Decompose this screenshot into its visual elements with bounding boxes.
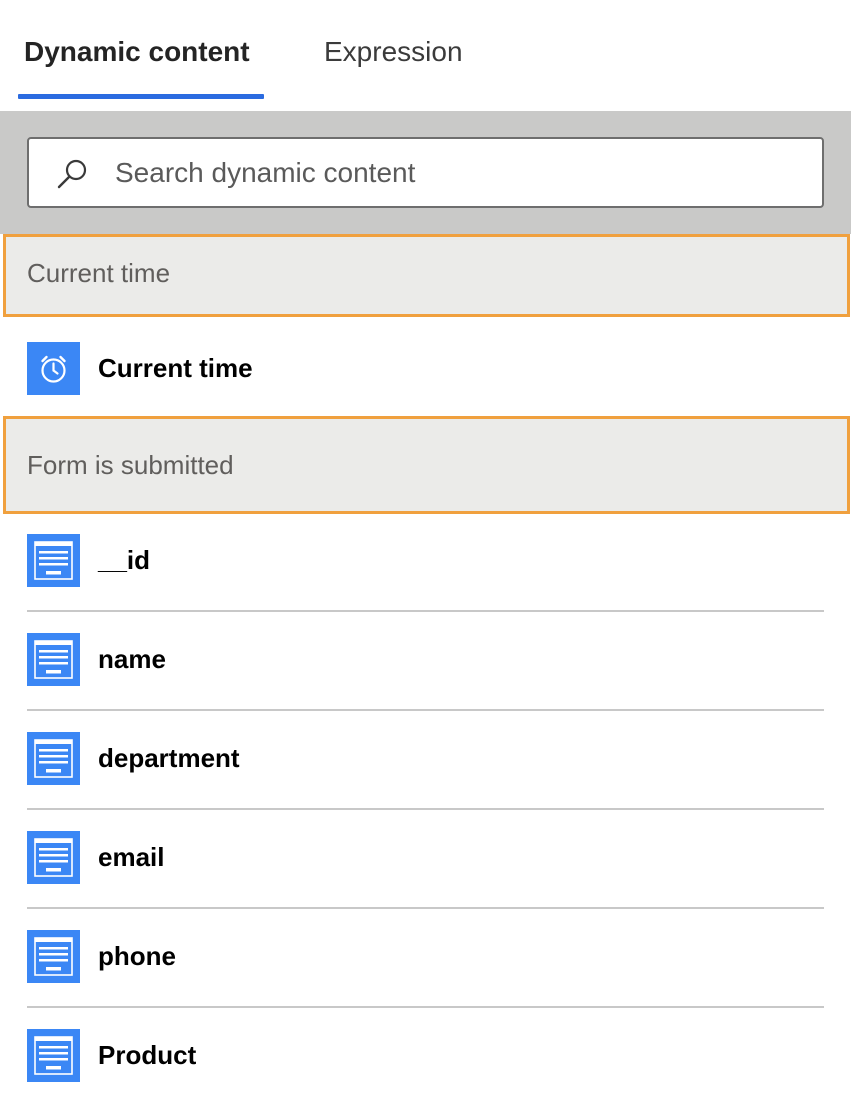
dynamic-item-label: __id — [98, 545, 151, 575]
form-icon — [27, 534, 80, 587]
section-header-label: Form is submitted — [27, 450, 234, 480]
alarm-clock-icon — [27, 342, 80, 395]
dynamic-item-product[interactable]: Product — [27, 1006, 824, 1105]
dynamic-item-phone[interactable]: phone — [27, 907, 824, 1008]
dynamic-item-id[interactable]: __id — [27, 511, 824, 612]
dynamic-item-email[interactable]: email — [27, 808, 824, 909]
section-header-form-submitted: Form is submitted — [3, 416, 850, 514]
dynamic-item-department[interactable]: department — [27, 709, 824, 810]
dynamic-item-label: phone — [98, 941, 176, 971]
dynamic-item-label: email — [98, 842, 165, 872]
active-tab-indicator — [18, 94, 264, 99]
search-box — [27, 137, 824, 208]
form-icon — [27, 831, 80, 884]
tab-dynamic-content[interactable]: Dynamic content — [24, 30, 250, 74]
section-header-current-time: Current time — [3, 234, 850, 317]
dynamic-item-label: name — [98, 644, 166, 674]
section-header-label: Current time — [27, 258, 171, 288]
search-input[interactable] — [115, 139, 805, 206]
dynamic-item-name[interactable]: name — [27, 610, 824, 711]
form-icon — [27, 633, 80, 686]
dynamic-item-label: department — [98, 743, 240, 773]
form-icon — [27, 930, 80, 983]
tab-expression[interactable]: Expression — [324, 30, 463, 74]
search-icon — [57, 159, 87, 189]
tab-bar: Dynamic content Expression — [0, 0, 851, 110]
form-icon — [27, 1029, 80, 1082]
search-area — [0, 111, 851, 234]
dynamic-item-label: Current time — [98, 353, 253, 383]
dynamic-item-current-time[interactable]: Current time — [27, 319, 824, 418]
dynamic-item-label: Product — [98, 1040, 197, 1070]
form-icon — [27, 732, 80, 785]
